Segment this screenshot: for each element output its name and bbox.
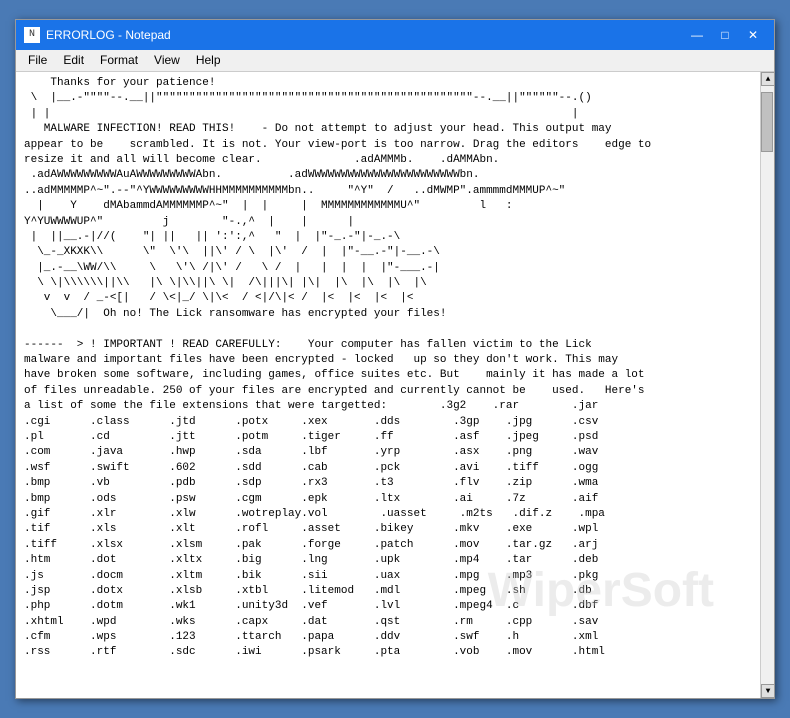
close-button[interactable]: ✕ bbox=[740, 25, 766, 45]
scroll-up-button[interactable]: ▲ bbox=[761, 72, 774, 86]
content-area: Thanks for your patience! \ |__.-""""--.… bbox=[16, 72, 774, 698]
window-controls: — □ ✕ bbox=[684, 25, 766, 45]
scrollbar-vertical[interactable]: ▲ ▼ bbox=[760, 72, 774, 698]
minimize-button[interactable]: — bbox=[684, 25, 710, 45]
menu-item-help[interactable]: Help bbox=[188, 52, 229, 69]
menu-item-view[interactable]: View bbox=[146, 52, 188, 69]
menu-bar: FileEditFormatViewHelp bbox=[16, 50, 774, 72]
app-icon: N bbox=[24, 27, 40, 43]
menu-item-file[interactable]: File bbox=[20, 52, 55, 69]
maximize-button[interactable]: □ bbox=[712, 25, 738, 45]
text-editor[interactable]: Thanks for your patience! \ |__.-""""--.… bbox=[16, 72, 760, 698]
menu-item-edit[interactable]: Edit bbox=[55, 52, 92, 69]
title-bar: N ERRORLOG - Notepad — □ ✕ bbox=[16, 20, 774, 50]
scroll-thumb[interactable] bbox=[761, 92, 773, 152]
notepad-window: N ERRORLOG - Notepad — □ ✕ FileEditForma… bbox=[15, 19, 775, 699]
scroll-down-button[interactable]: ▼ bbox=[761, 684, 774, 698]
menu-item-format[interactable]: Format bbox=[92, 52, 146, 69]
window-title: ERRORLOG - Notepad bbox=[46, 28, 684, 42]
